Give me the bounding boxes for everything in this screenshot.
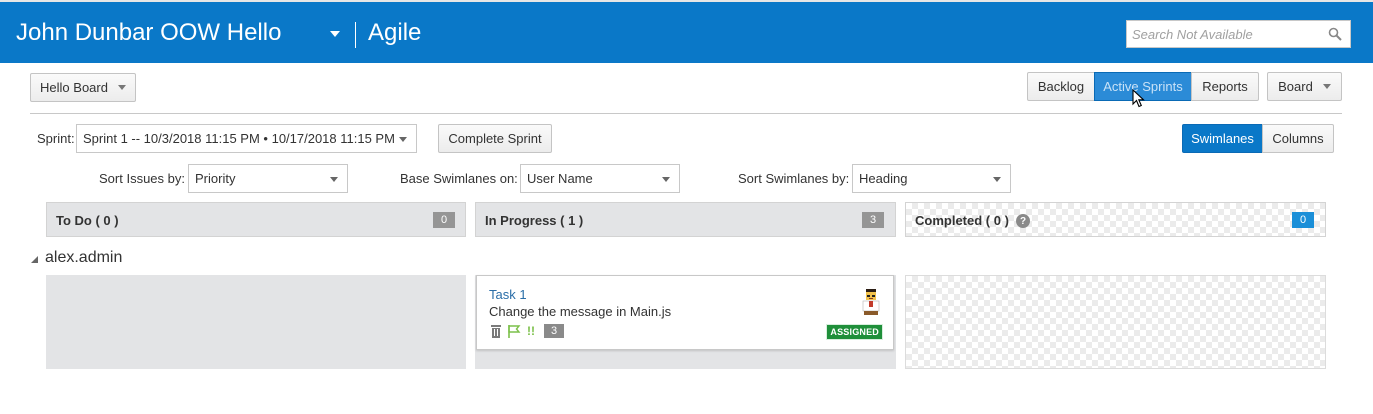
swimlane-cell-completed [905,275,1326,369]
trash-icon [491,325,501,338]
chevron-down-icon [1322,84,1331,89]
project-title[interactable]: John Dunbar OOW Hello [16,19,281,47]
toolbar-divider [30,113,1342,114]
mouse-cursor-icon [1132,89,1145,108]
sort-issues-label: Sort Issues by: [99,171,185,186]
app-title: Agile [368,19,422,46]
tab-reports-label: Reports [1202,79,1248,94]
tab-reports[interactable]: Reports [1191,72,1259,101]
header-divider [355,22,356,48]
swimlane-name[interactable]: alex.admin [45,249,122,267]
column-count-badge: 3 [862,212,884,228]
board-menu-button[interactable]: Board [1267,72,1342,101]
chevron-down-icon [117,85,126,90]
columns-toggle[interactable]: Columns [1262,124,1334,153]
column-title-in-progress: In Progress ( 1 ) [485,213,584,228]
tab-backlog[interactable]: Backlog [1027,72,1095,101]
column-count-badge: 0 [1292,212,1314,228]
base-swimlanes-value: User Name [527,171,593,186]
collapse-triangle-icon[interactable] [31,256,38,263]
swimlane-cell-todo [46,275,466,369]
sprint-label: Sprint: [37,131,75,146]
issue-card[interactable]: Task 1 Change the message in Main.js !! … [476,275,894,350]
complete-sprint-label: Complete Sprint [448,131,542,146]
sort-swimlanes-label: Sort Swimlanes by: [738,171,850,186]
column-count-badge: 0 [433,212,455,228]
search-input[interactable] [1127,21,1317,47]
chevron-down-icon[interactable] [330,31,340,37]
search-icon[interactable] [1328,27,1342,41]
chevron-down-icon [993,177,1001,182]
story-points-badge: 3 [544,324,565,338]
avatar-icon[interactable] [859,288,883,316]
column-title-completed: Completed ( 0 ) [915,213,1009,228]
sprint-select[interactable]: Sprint 1 -- 10/3/2018 11:15 PM • 10/17/2… [76,124,417,153]
board-menu-label: Board [1278,79,1313,94]
sort-issues-value: Priority [195,171,236,186]
column-title-todo: To Do ( 0 ) [56,213,119,228]
sprint-select-value: Sprint 1 -- 10/3/2018 11:15 PM • 10/17/2… [83,131,395,146]
board-selector-dropdown[interactable]: Hello Board [30,73,136,102]
chevron-down-icon [399,137,407,142]
help-icon[interactable]: ? [1016,214,1030,228]
chevron-down-icon [662,177,670,182]
flag-icon [508,325,521,338]
tab-backlog-label: Backlog [1037,79,1085,94]
base-swimlanes-select[interactable]: User Name [520,164,680,193]
sort-swimlanes-select[interactable]: Heading [852,164,1011,193]
column-header-todo: To Do ( 0 ) 0 [46,202,466,237]
columns-toggle-label: Columns [1272,131,1324,146]
status-badge: ASSIGNED [826,324,883,340]
column-header-in-progress: In Progress ( 1 ) 3 [475,202,896,237]
base-swimlanes-label: Base Swimlanes on: [400,171,518,186]
column-header-completed: Completed ( 0 ) ? 0 [905,202,1326,237]
issue-summary: Change the message in Main.js [489,304,672,319]
swimlanes-toggle[interactable]: Swimlanes [1182,124,1263,153]
priority-indicator: !! [527,324,535,338]
app-header: John Dunbar OOW Hello Agile [0,0,1373,63]
issue-title-link[interactable]: Task 1 [489,287,527,302]
swimlanes-toggle-label: Swimlanes [1191,131,1254,146]
sort-swimlanes-value: Heading [859,171,908,186]
search-box[interactable] [1126,20,1351,48]
sort-issues-select[interactable]: Priority [188,164,348,193]
board-selector-label: Hello Board [40,80,108,95]
complete-sprint-button[interactable]: Complete Sprint [438,124,552,153]
issue-meta: !! 3 [490,323,565,339]
chevron-down-icon [330,177,338,182]
